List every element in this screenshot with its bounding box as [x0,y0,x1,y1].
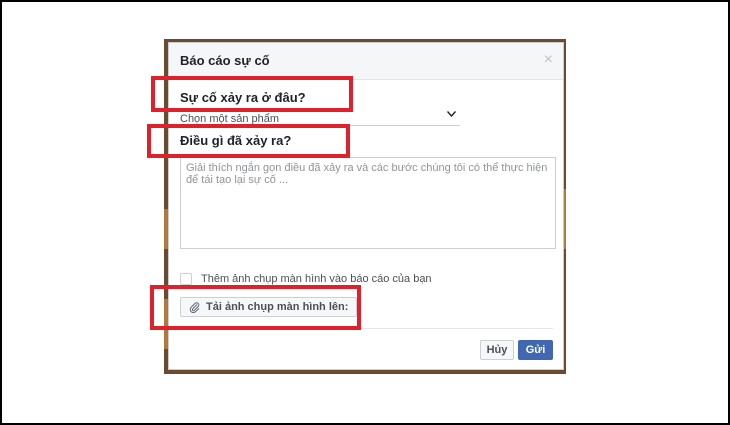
highlight-box-what [147,124,350,158]
highlight-box-upload [150,285,361,330]
description-textarea[interactable] [180,157,556,249]
screenshot-checkbox-label: Thêm ảnh chụp màn hình vào báo cáo của b… [201,273,432,285]
screenshot-checkbox-row[interactable]: Thêm ảnh chụp màn hình vào báo cáo của b… [180,272,432,286]
send-button[interactable]: Gửi [518,340,553,360]
highlight-box-where [151,76,353,112]
dialog-header: Báo cáo sự cố × [169,43,563,80]
chevron-down-icon[interactable] [446,109,457,120]
dialog-title: Báo cáo sự cố [180,53,270,68]
close-icon[interactable]: × [544,52,553,68]
cancel-button[interactable]: Hủy [480,340,514,360]
screenshot-checkbox[interactable] [180,273,192,285]
